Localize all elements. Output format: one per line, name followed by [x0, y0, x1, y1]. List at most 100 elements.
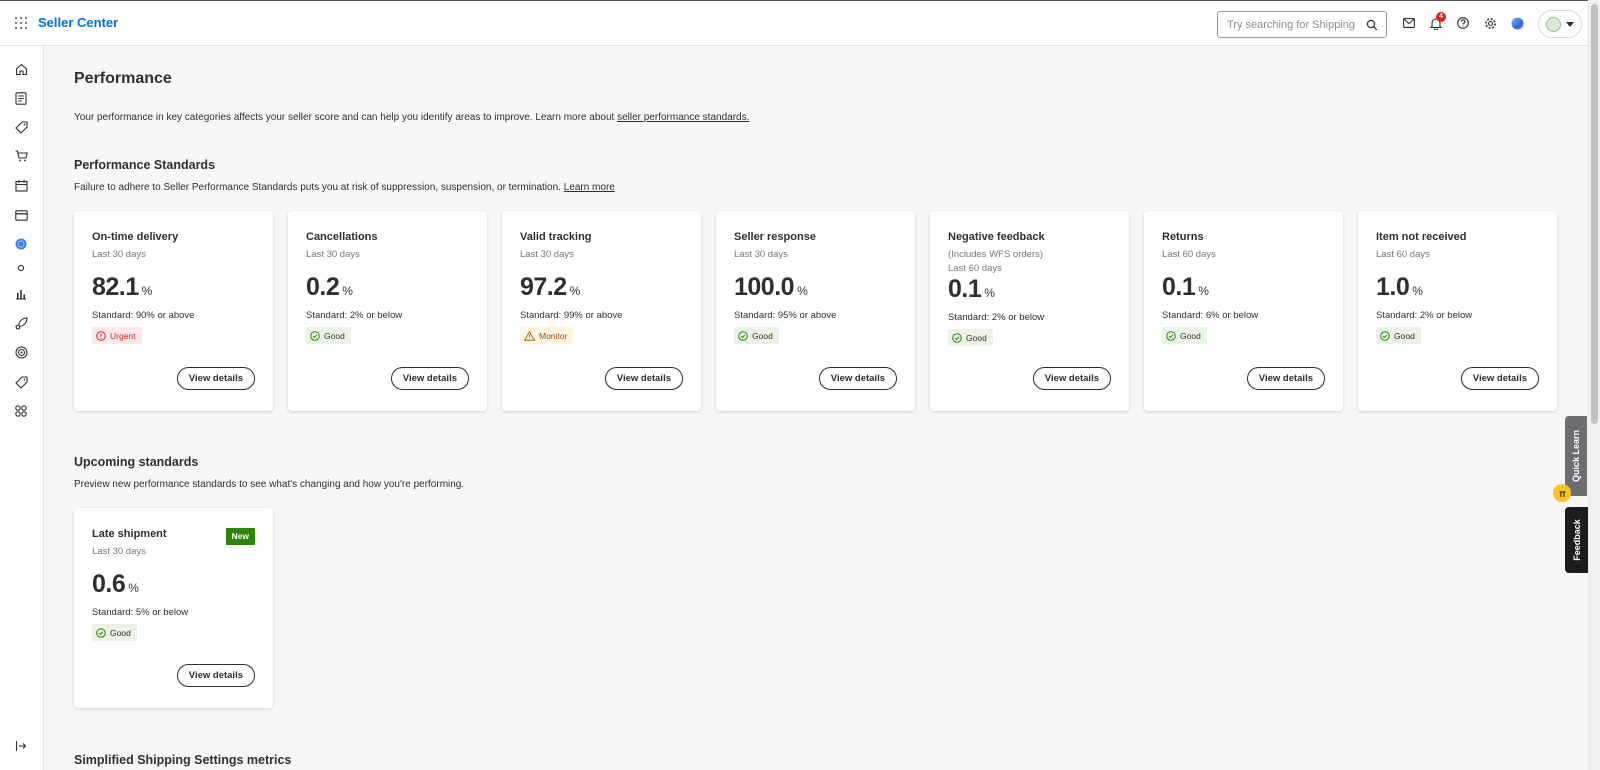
view-details-button[interactable]: View details	[1246, 367, 1325, 390]
seller-performance-standards-link[interactable]: seller performance standards.	[617, 112, 749, 123]
top-bar: Seller Center 4	[0, 0, 1588, 46]
warning-triangle-icon	[524, 330, 535, 341]
intro-text: Your performance in key categories affec…	[74, 112, 749, 123]
status-badge: Monitor	[520, 327, 574, 344]
brand-logo[interactable]: Seller Center	[38, 15, 118, 30]
status-badge: Good	[306, 327, 351, 344]
card-value: 1.0%	[1376, 273, 1539, 302]
check-circle-icon	[1166, 330, 1176, 341]
status-badge: Good	[734, 327, 779, 344]
card-standard: Standard: 2% or below	[948, 312, 1045, 323]
status-badge: Good	[1162, 327, 1207, 344]
home-icon[interactable]	[13, 61, 29, 77]
card-standard: Standard: 6% or below	[1162, 310, 1259, 321]
chevron-down-icon	[1566, 21, 1574, 27]
dot-icon[interactable]	[13, 260, 29, 276]
card-value: 97.2%	[520, 273, 683, 302]
cart-icon[interactable]	[13, 148, 29, 164]
card-period: Last 30 days	[520, 249, 574, 260]
globe-icon[interactable]	[13, 236, 29, 252]
metric-value: 82.1	[92, 273, 139, 301]
mail-icon[interactable]	[1402, 16, 1416, 30]
status-label: Good	[1180, 330, 1201, 341]
card-standard: Standard: 99% or above	[520, 310, 623, 321]
metric-card-negative-feedback: Negative feedback (Includes WFS orders) …	[930, 211, 1129, 411]
card-title: Returns	[1162, 231, 1204, 243]
status-badge: Good	[948, 329, 993, 346]
metric-card-item-not-received: Item not received Last 60 days 1.0% Stan…	[1358, 211, 1557, 411]
check-circle-icon	[310, 330, 320, 341]
card-standard: Standard: 95% or above	[734, 310, 837, 321]
tag-icon[interactable]	[13, 374, 29, 390]
card-note: (Includes WFS orders)	[948, 249, 1044, 260]
metric-unit: %	[1198, 284, 1209, 298]
view-details-button[interactable]: View details	[1460, 367, 1539, 390]
account-menu-button[interactable]	[1538, 10, 1582, 38]
view-details-button[interactable]: View details	[1032, 367, 1111, 390]
check-circle-icon	[96, 627, 106, 638]
view-details-button[interactable]: View details	[818, 367, 897, 390]
metric-card-seller-response: Seller response Last 30 days 100.0% Stan…	[716, 211, 915, 411]
search-input[interactable]	[1227, 18, 1357, 31]
card-standard: Standard: 5% or below	[92, 607, 189, 618]
learn-more-link[interactable]: Learn more	[564, 182, 615, 193]
status-label: Good	[1394, 330, 1415, 341]
sss-metrics-title: Simplified Shipping Settings metrics	[74, 753, 292, 767]
card-period: Last 30 days	[92, 249, 146, 260]
feedback-label: Feedback	[1572, 519, 1582, 561]
analytics-chart-icon[interactable]	[13, 286, 29, 302]
view-details-button[interactable]: View details	[176, 367, 255, 390]
search-box[interactable]	[1217, 11, 1387, 38]
metric-unit: %	[1412, 284, 1423, 298]
metric-value: 100.0	[734, 273, 795, 301]
metric-unit: %	[569, 284, 581, 298]
feedback-tab[interactable]: Feedback	[1565, 507, 1589, 573]
status-label: Urgent	[110, 330, 136, 341]
page-scrollbar[interactable]	[1588, 0, 1600, 770]
settings-gear-icon[interactable]	[1483, 16, 1497, 30]
metric-value: 0.6	[92, 570, 126, 598]
card-period: Last 30 days	[92, 546, 146, 557]
target-icon[interactable]	[13, 344, 29, 360]
metric-value: 0.2	[306, 273, 340, 301]
sidebar-nav	[0, 46, 44, 770]
new-badge: New	[225, 528, 255, 545]
search-icon[interactable]	[1366, 19, 1378, 31]
check-circle-icon	[952, 332, 962, 343]
status-label: Good	[752, 330, 773, 341]
view-details-button[interactable]: View details	[390, 367, 469, 390]
apps-icon[interactable]	[13, 403, 29, 419]
payments-card-icon[interactable]	[13, 207, 29, 223]
performance-standards-subtitle-text: Failure to adhere to Seller Performance …	[74, 182, 561, 193]
card-period: Last 30 days	[306, 249, 360, 260]
help-icon[interactable]	[1456, 16, 1470, 30]
status-label: Monitor	[539, 330, 568, 341]
inventory-box-icon[interactable]	[13, 177, 29, 193]
metric-card-valid-tracking: Valid tracking Last 30 days 97.2% Standa…	[502, 211, 701, 411]
globe-icon[interactable]	[1510, 16, 1524, 30]
scrollbar-thumb[interactable]	[1591, 4, 1598, 424]
view-details-button[interactable]: View details	[176, 664, 255, 687]
metric-value: 97.2	[520, 273, 567, 301]
card-standard: Standard: 2% or below	[306, 310, 403, 321]
card-title: Negative feedback	[948, 231, 1045, 243]
quick-learn-badge-icon[interactable]	[1553, 484, 1571, 502]
card-standard: Standard: 90% or above	[92, 310, 195, 321]
orders-icon[interactable]	[13, 90, 29, 106]
view-details-button[interactable]: View details	[604, 367, 683, 390]
card-title: Valid tracking	[520, 231, 592, 243]
upcoming-standards-title: Upcoming standards	[74, 455, 199, 469]
card-title: Cancellations	[306, 231, 378, 243]
notification-count-badge: 4	[1436, 12, 1446, 22]
quick-learn-tab[interactable]: Quick Learn	[1565, 416, 1587, 496]
items-tag-icon[interactable]	[13, 119, 29, 135]
metric-value: 1.0	[1376, 273, 1410, 301]
status-badge: Good	[92, 624, 137, 641]
collapse-sidebar-icon[interactable]	[13, 738, 29, 754]
card-value: 0.2%	[306, 273, 469, 302]
rocket-icon[interactable]	[13, 315, 29, 331]
performance-standards-title: Performance Standards	[74, 158, 216, 172]
card-period: Last 60 days	[1376, 249, 1430, 260]
app-launcher-icon[interactable]	[15, 17, 27, 29]
alert-circle-icon	[96, 330, 106, 341]
